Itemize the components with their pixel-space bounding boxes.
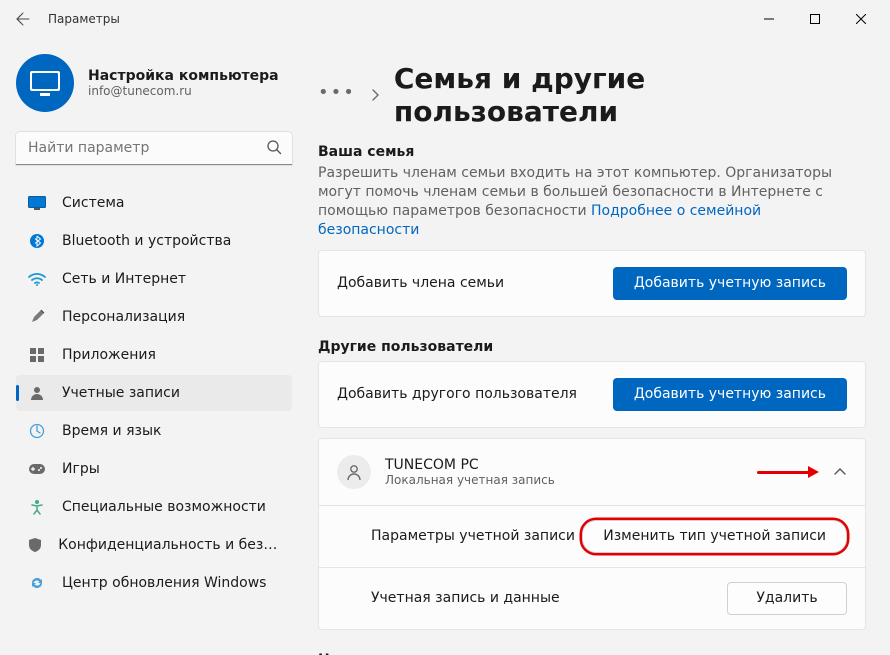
nav-gaming[interactable]: Игры — [16, 451, 292, 487]
nav-label: Центр обновления Windows — [62, 575, 266, 591]
family-section-title: Ваша семья — [318, 144, 866, 160]
family-section-desc: Разрешить членам семьи входить на этот к… — [318, 164, 866, 240]
nav-label: Система — [62, 195, 124, 211]
add-other-account-button[interactable]: Добавить учетную запись — [613, 378, 847, 411]
add-family-account-button[interactable]: Добавить учетную запись — [613, 267, 847, 300]
maximize-button[interactable] — [792, 3, 838, 35]
page-title: Семья и другие пользователи — [394, 62, 866, 128]
user-name: TUNECOM PC — [385, 457, 555, 473]
breadcrumb-header: ••• Семья и другие пользователи — [318, 62, 866, 128]
nav-accessibility[interactable]: Специальные возможности — [16, 489, 292, 525]
change-account-type-button[interactable]: Изменить тип учетной записи — [582, 520, 847, 553]
titlebar: Параметры — [0, 0, 890, 38]
user-avatar-icon — [337, 455, 371, 489]
clock-globe-icon — [28, 422, 46, 440]
nav-privacy[interactable]: Конфиденциальность и безопасность — [16, 527, 292, 563]
user-card: TUNECOM PC Локальная учетная запись Пара… — [318, 438, 866, 630]
nav-label: Специальные возможности — [62, 499, 266, 515]
sidebar: Настройка компьютера info@tunecom.ru Сис… — [0, 38, 300, 655]
profile-email: info@tunecom.ru — [88, 84, 279, 98]
accessibility-icon — [28, 498, 46, 516]
display-icon — [28, 194, 46, 212]
wifi-icon — [28, 270, 46, 288]
nav-label: Учетные записи — [62, 385, 180, 401]
nav-apps[interactable]: Приложения — [16, 337, 292, 373]
nav-system[interactable]: Система — [16, 185, 292, 221]
search-input[interactable] — [16, 132, 292, 165]
nav-network[interactable]: Сеть и Интернет — [16, 261, 292, 297]
nav-personalization[interactable]: Персонализация — [16, 299, 292, 335]
brush-icon — [28, 308, 46, 326]
nav-label: Bluetooth и устройства — [62, 233, 231, 249]
nav-label: Сеть и Интернет — [62, 271, 186, 287]
nav-update[interactable]: Центр обновления Windows — [16, 565, 292, 601]
chevron-right-icon — [370, 89, 380, 101]
minimize-button[interactable] — [746, 3, 792, 35]
back-button[interactable] — [6, 2, 40, 36]
profile-name: Настройка компьютера — [88, 68, 279, 84]
app-title: Параметры — [40, 12, 120, 26]
others-section-title: Другие пользователи — [318, 339, 866, 355]
nav-label: Персонализация — [62, 309, 185, 325]
family-card: Добавить члена семьи Добавить учетную за… — [318, 250, 866, 317]
update-icon — [28, 574, 46, 592]
search-icon — [266, 139, 282, 155]
add-other-user-label: Добавить другого пользователя — [337, 386, 577, 402]
breadcrumb-ellipsis[interactable]: ••• — [318, 82, 356, 109]
close-button[interactable] — [838, 3, 884, 35]
user-header-row[interactable]: TUNECOM PC Локальная учетная запись — [319, 439, 865, 505]
nav-label: Приложения — [62, 347, 156, 363]
shield-icon — [28, 536, 42, 554]
profile-block[interactable]: Настройка компьютера info@tunecom.ru — [16, 42, 292, 132]
nav-label: Время и язык — [62, 423, 161, 439]
nav-time-lang[interactable]: Время и язык — [16, 413, 292, 449]
nav: Система Bluetooth и устройства Сеть и Ин… — [16, 185, 292, 601]
nav-bluetooth[interactable]: Bluetooth и устройства — [16, 223, 292, 259]
delete-account-button[interactable]: Удалить — [727, 582, 847, 615]
user-type: Локальная учетная запись — [385, 473, 555, 487]
kiosk-section-title: Настроить киоск — [318, 652, 866, 655]
apps-icon — [28, 346, 46, 364]
annotation-arrow — [757, 465, 819, 479]
avatar — [16, 54, 74, 112]
account-params-label: Параметры учетной записи — [371, 528, 575, 544]
main-content: ••• Семья и другие пользователи Ваша сем… — [300, 38, 890, 655]
gamepad-icon — [28, 460, 46, 478]
account-data-label: Учетная запись и данные — [371, 590, 560, 606]
nav-label: Конфиденциальность и безопасность — [58, 537, 280, 553]
bluetooth-icon — [28, 232, 46, 250]
add-family-member-label: Добавить члена семьи — [337, 275, 504, 291]
nav-accounts[interactable]: Учетные записи — [16, 375, 292, 411]
chevron-up-icon[interactable] — [833, 467, 847, 477]
others-card: Добавить другого пользователя Добавить у… — [318, 361, 866, 428]
nav-label: Игры — [62, 461, 100, 477]
person-icon — [28, 384, 46, 402]
search-box[interactable] — [16, 132, 292, 165]
